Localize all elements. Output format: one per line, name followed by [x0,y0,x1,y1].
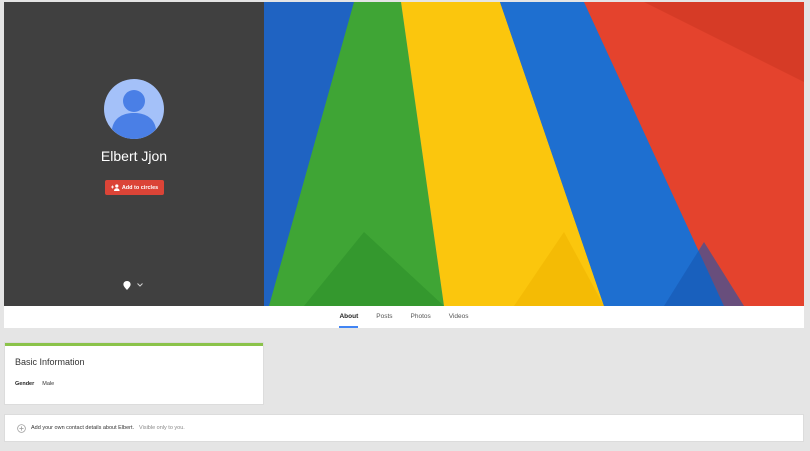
profile-tabs: About Posts Photos Videos [4,306,804,328]
location-dropdown[interactable] [123,279,143,291]
default-person-avatar-icon [112,90,156,139]
avatar[interactable] [104,79,164,139]
profile-name: Elbert Jjon [100,148,168,164]
basic-information-title: Basic Information [15,357,85,367]
tab-photos[interactable]: Photos [402,306,440,328]
gender-value: Male [42,381,55,387]
tab-about[interactable]: About [330,306,367,328]
person-add-icon [110,184,120,191]
tab-posts[interactable]: Posts [367,306,401,328]
basic-information-card: Basic Information Gender Male [5,343,263,404]
cover-photo [264,2,804,306]
profile-page: Elbert Jjon Add to circles About Posts P… [0,0,810,451]
location-pin-icon [123,280,131,290]
chevron-down-icon [137,283,143,287]
add-contact-details-link[interactable]: Add your own contact details about Elber… [31,425,134,431]
profile-header-card: Elbert Jjon Add to circles About Posts P… [4,2,804,328]
add-to-circles-label: Add to circles [121,184,159,191]
visibility-note: Visible only to you. [139,425,185,431]
add-to-circles-button[interactable]: Add to circles [105,180,164,195]
add-contact-details-card[interactable]: Add your own contact details about Elber… [5,415,803,441]
tab-videos[interactable]: Videos [440,306,478,328]
profile-panel: Elbert Jjon Add to circles [4,2,264,306]
gender-label: Gender [15,381,35,387]
plus-circle-icon[interactable] [17,423,26,433]
gender-row: Gender Male [15,381,54,387]
cover-photo-image [264,2,804,306]
